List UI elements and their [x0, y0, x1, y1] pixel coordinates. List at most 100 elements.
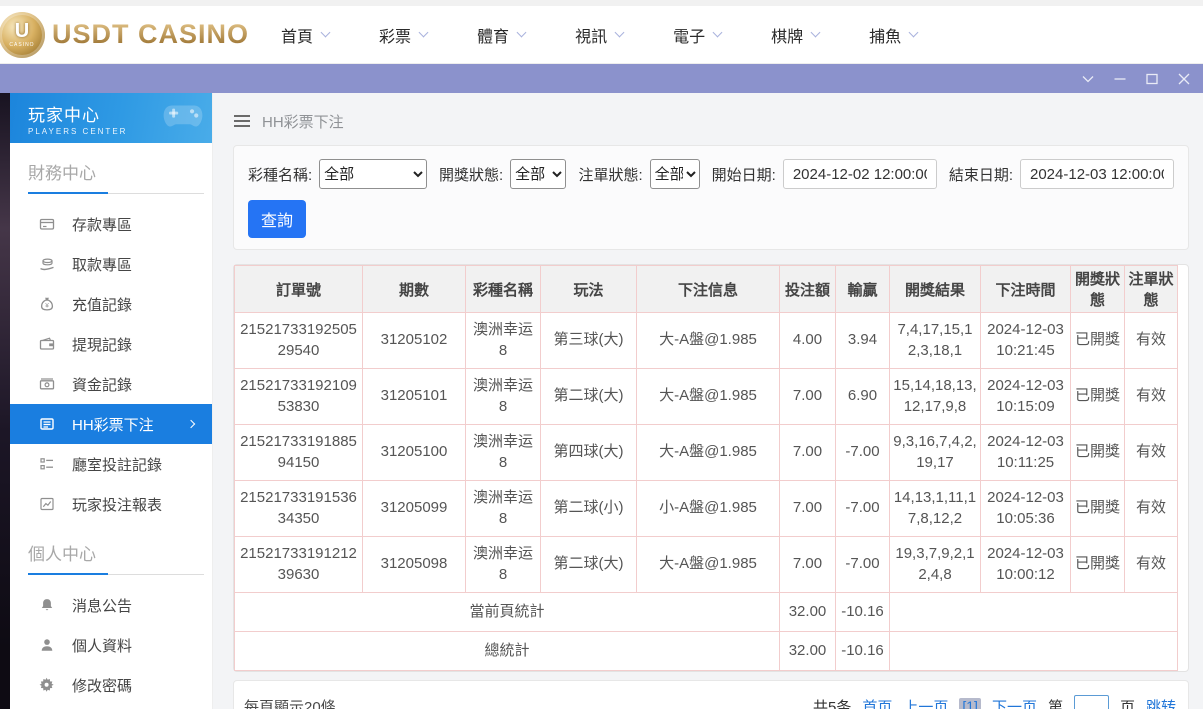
sidebar-item-announcements[interactable]: 消息公告 [10, 585, 212, 625]
table-cell: 31205100 [362, 424, 466, 481]
table-cell: 第四球(大) [540, 424, 637, 481]
nav-item-label: 電子 [673, 28, 706, 46]
sidebar-section-finance-center: 財務中心 [28, 164, 96, 183]
table-cell: 已開獎 [1070, 480, 1125, 537]
table-cell: 2152173319153634350 [234, 480, 363, 537]
end-date-input[interactable] [1020, 159, 1174, 189]
summary-row: 當前頁統計 32.00 -10.16 [234, 592, 1178, 632]
table-cell: 已開獎 [1070, 312, 1125, 369]
current-page[interactable]: [1] [959, 698, 981, 709]
sidebar-item-label: 充值記錄 [72, 296, 133, 314]
window-minimize-icon[interactable] [1111, 70, 1129, 88]
sidebar-item-change-password[interactable]: 修改密碼 [10, 665, 212, 705]
app-window: U CASINO USDT CASINO 首頁 彩票 體育 視訊 電子 棋牌 捕魚 玩家中心… [0, 0, 1203, 709]
table-cell: 有效 [1124, 368, 1178, 425]
chevron-down-icon [614, 27, 625, 38]
table-cell: 7.00 [779, 368, 836, 425]
sidebar-item-label: 個人資料 [72, 637, 133, 655]
site-logo[interactable]: U CASINO USDT CASINO [0, 11, 250, 58]
table-cell: 2152173319210953830 [234, 368, 363, 425]
breadcrumb: HH彩票下注 [233, 108, 1189, 134]
money-bag-icon: ¥ [39, 296, 55, 312]
bets-table: 訂單號 期數 彩種名稱 玩法 下注信息 投注額 輸贏 開獎結果 下注時間 開獎狀態 注單狀態 215… [234, 265, 1178, 671]
table-cell: 大-A盤@1.985 [636, 536, 780, 593]
table-cell: 6.90 [835, 368, 890, 425]
jump-page-input[interactable] [1073, 695, 1109, 709]
column-header: 開獎狀態 [1070, 265, 1125, 313]
table-cell: 有效 [1124, 312, 1178, 369]
sidebar: 玩家中心 PLAYERS CENTER 財務中心存款專區 取款專區 ¥ 充值記錄提現記… [10, 93, 213, 709]
top-navbar: U CASINO USDT CASINO 首頁 彩票 體育 視訊 電子 棋牌 捕魚 [0, 6, 1203, 64]
sidebar-item-player-bet-report[interactable]: 玩家投注報表 [10, 484, 212, 524]
nav-item-sports[interactable]: 體育 [477, 23, 527, 47]
table-header-row: 訂單號 期數 彩種名稱 玩法 下注信息 投注額 輸贏 開獎結果 下注時間 開獎狀態 注單狀態 [234, 265, 1178, 313]
nav-item-fishing[interactable]: 捕魚 [869, 23, 919, 47]
sidebar-title: 玩家中心 [28, 105, 100, 125]
table-cell: 已開獎 [1070, 368, 1125, 425]
lottery-name-select[interactable]: 全部 [319, 159, 427, 189]
summary-bet: 32.00 [779, 592, 836, 632]
chevron-down-icon [712, 27, 723, 38]
nav-item-label: 棋牌 [771, 28, 804, 46]
column-header: 下注時間 [980, 265, 1071, 313]
table-cell: 第三球(大) [540, 312, 637, 369]
next-page-link[interactable]: 下一页 [992, 696, 1037, 709]
menu-icon[interactable] [233, 114, 251, 128]
sidebar-item-profile[interactable]: 個人資料 [10, 625, 212, 665]
table-cell: 小-A盤@1.985 [636, 480, 780, 537]
nav-item-live-video[interactable]: 視訊 [575, 23, 625, 47]
coin-sub-text: CASINO [9, 42, 35, 48]
sidebar-item-withdrawal-records[interactable]: 提現記錄 [10, 324, 212, 364]
table-cell: 31205098 [362, 536, 466, 593]
sidebar-item-deposit-zone[interactable]: 存款專區 [10, 204, 212, 244]
chevron-down-icon [516, 27, 527, 38]
table-cell: 大-A盤@1.985 [636, 368, 780, 425]
window-close-icon[interactable] [1175, 70, 1193, 88]
sidebar-item-label: 修改密碼 [72, 677, 133, 695]
nav-item-electronic[interactable]: 電子 [673, 23, 723, 47]
summary-empty [889, 631, 1178, 671]
table-cell: 第二球(大) [540, 368, 637, 425]
table-cell: -7.00 [835, 424, 890, 481]
window-chevron-down-icon[interactable] [1079, 70, 1097, 88]
search-button[interactable]: 查詢 [248, 200, 307, 238]
window-maximize-icon[interactable] [1143, 70, 1161, 88]
start-date-label: 開始日期: [711, 166, 776, 184]
sidebar-subtitle: PLAYERS CENTER [28, 126, 128, 136]
jump-button[interactable]: 跳转 [1146, 696, 1176, 709]
summary-row: 總統計 32.00 -10.16 [234, 631, 1178, 671]
table-cell: 有效 [1124, 536, 1178, 593]
sidebar-item-label: 玩家投注報表 [72, 496, 163, 514]
logo-text: USDT CASINO [52, 19, 250, 49]
jump-suffix: 页 [1119, 698, 1135, 709]
chevron-right-icon [186, 419, 196, 429]
column-header: 注單狀態 [1124, 265, 1178, 313]
nav-item-label: 體育 [477, 28, 510, 46]
column-header: 彩種名稱 [465, 265, 541, 313]
draw-status-select[interactable]: 全部 [510, 159, 567, 189]
start-date-input[interactable] [782, 159, 937, 189]
sidebar-item-hh-lottery-bets[interactable]: HH彩票下注 [10, 404, 212, 444]
coin-letter: U [14, 20, 30, 42]
nav-item-lottery[interactable]: 彩票 [379, 23, 429, 47]
sidebar-item-fund-records[interactable]: 資金記錄 [10, 364, 212, 404]
sidebar-item-withdraw-zone[interactable]: 取款專區 [10, 244, 212, 284]
sidebar-item-recharge-records[interactable]: ¥ 充值記錄 [10, 284, 212, 324]
table-cell: 14,13,1,11,17,8,12,2 [889, 480, 981, 537]
sidebar-item-room-bet-records[interactable]: 廳室投註記錄 [10, 444, 212, 484]
page-size-text: 每頁顯示20條 [244, 698, 336, 709]
order-status-select[interactable]: 全部 [649, 159, 700, 189]
chevron-down-icon [418, 27, 429, 38]
table-cell: 第二球(大) [540, 536, 637, 593]
nav-item-home[interactable]: 首頁 [281, 23, 331, 47]
first-page-link[interactable]: 首页 [862, 696, 892, 709]
report-chart-icon [39, 496, 55, 512]
sidebar-item-label: HH彩票下注 [72, 416, 154, 434]
table-cell: 澳洲幸运8 [465, 480, 541, 537]
gear-icon [39, 677, 55, 693]
nav-item-label: 捕魚 [869, 28, 902, 46]
table-cell: 7.00 [779, 536, 836, 593]
prev-page-link[interactable]: 上一页 [903, 696, 948, 709]
nav-item-label: 視訊 [575, 28, 608, 46]
nav-item-board-games[interactable]: 棋牌 [771, 23, 821, 47]
